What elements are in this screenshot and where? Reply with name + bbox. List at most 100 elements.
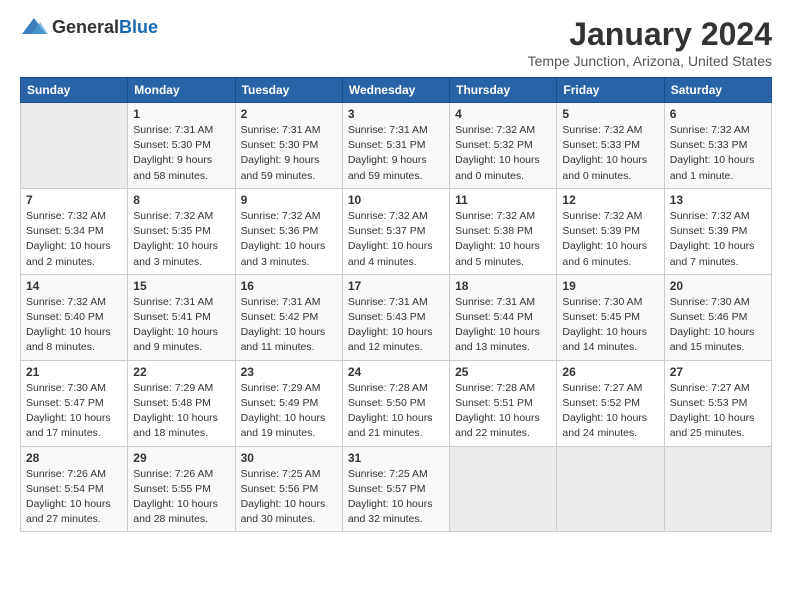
logo-text-blue: Blue xyxy=(119,17,158,37)
day-cell: 21 Sunrise: 7:30 AM Sunset: 5:47 PM Dayli… xyxy=(21,360,128,446)
day-number: 27 xyxy=(670,365,766,379)
day-cell: 30Sunrise: 7:25 AM Sunset: 5:56 PM Dayli… xyxy=(235,446,342,532)
day-number: 17 xyxy=(348,279,444,293)
day-number: 23 xyxy=(241,365,337,379)
day-number: 7 xyxy=(26,193,122,207)
day-cell: 24 Sunrise: 7:28 AM Sunset: 5:50 PM Dayli… xyxy=(342,360,449,446)
day-cell: 23 Sunrise: 7:29 AM Sunset: 5:49 PM Dayli… xyxy=(235,360,342,446)
day-cell: 10Sunrise: 7:32 AM Sunset: 5:37 PM Dayli… xyxy=(342,188,449,274)
day-info: Sunrise: 7:30 AM Sunset: 5:45 PM Dayligh… xyxy=(562,295,658,356)
day-info: Sunrise: 7:30 AM Sunset: 5:47 PM Dayligh… xyxy=(26,381,122,442)
day-cell xyxy=(664,446,771,532)
day-number: 8 xyxy=(133,193,229,207)
day-info: Sunrise: 7:32 AM Sunset: 5:35 PM Dayligh… xyxy=(133,209,229,270)
day-info: Sunrise: 7:29 AM Sunset: 5:49 PM Dayligh… xyxy=(241,381,337,442)
day-info: Sunrise: 7:26 AM Sunset: 5:55 PM Dayligh… xyxy=(133,467,229,528)
day-cell: 6 Sunrise: 7:32 AM Sunset: 5:33 PM Daylig… xyxy=(664,103,771,189)
day-cell xyxy=(21,103,128,189)
day-cell: 9Sunrise: 7:32 AM Sunset: 5:36 PM Daylig… xyxy=(235,188,342,274)
day-cell: 27Sunrise: 7:27 AM Sunset: 5:53 PM Dayli… xyxy=(664,360,771,446)
logo-icon xyxy=(20,16,48,38)
day-header-wednesday: Wednesday xyxy=(342,78,449,103)
day-cell: 18 Sunrise: 7:31 AM Sunset: 5:44 PM Dayli… xyxy=(450,274,557,360)
day-info: Sunrise: 7:31 AM Sunset: 5:42 PM Dayligh… xyxy=(241,295,337,356)
day-info: Sunrise: 7:31 AM Sunset: 5:41 PM Dayligh… xyxy=(133,295,229,356)
week-row-4: 21 Sunrise: 7:30 AM Sunset: 5:47 PM Dayli… xyxy=(21,360,772,446)
week-row-5: 28 Sunrise: 7:26 AM Sunset: 5:54 PM Dayli… xyxy=(21,446,772,532)
day-cell: 13 Sunrise: 7:32 AM Sunset: 5:39 PM Dayli… xyxy=(664,188,771,274)
day-cell: 22Sunrise: 7:29 AM Sunset: 5:48 PM Dayli… xyxy=(128,360,235,446)
day-number: 4 xyxy=(455,107,551,121)
day-number: 20 xyxy=(670,279,766,293)
day-cell: 25Sunrise: 7:28 AM Sunset: 5:51 PM Dayli… xyxy=(450,360,557,446)
day-cell: 19Sunrise: 7:30 AM Sunset: 5:45 PM Dayli… xyxy=(557,274,664,360)
day-info: Sunrise: 7:28 AM Sunset: 5:50 PM Dayligh… xyxy=(348,381,444,442)
day-number: 1 xyxy=(133,107,229,121)
day-cell: 1 Sunrise: 7:31 AM Sunset: 5:30 PM Daylig… xyxy=(128,103,235,189)
calendar-subtitle: Tempe Junction, Arizona, United States xyxy=(528,53,772,69)
calendar-title: January 2024 xyxy=(528,16,772,53)
day-header-thursday: Thursday xyxy=(450,78,557,103)
day-info: Sunrise: 7:31 AM Sunset: 5:43 PM Dayligh… xyxy=(348,295,444,356)
day-number: 24 xyxy=(348,365,444,379)
day-cell: 28 Sunrise: 7:26 AM Sunset: 5:54 PM Dayli… xyxy=(21,446,128,532)
day-number: 30 xyxy=(241,451,337,465)
day-number: 18 xyxy=(455,279,551,293)
week-row-3: 14 Sunrise: 7:32 AM Sunset: 5:40 PM Dayli… xyxy=(21,274,772,360)
day-info: Sunrise: 7:28 AM Sunset: 5:51 PM Dayligh… xyxy=(455,381,551,442)
day-number: 5 xyxy=(562,107,658,121)
day-info: Sunrise: 7:26 AM Sunset: 5:54 PM Dayligh… xyxy=(26,467,122,528)
day-cell: 17 Sunrise: 7:31 AM Sunset: 5:43 PM Dayli… xyxy=(342,274,449,360)
day-info: Sunrise: 7:27 AM Sunset: 5:52 PM Dayligh… xyxy=(562,381,658,442)
day-info: Sunrise: 7:32 AM Sunset: 5:34 PM Dayligh… xyxy=(26,209,122,270)
day-cell: 16 Sunrise: 7:31 AM Sunset: 5:42 PM Dayli… xyxy=(235,274,342,360)
day-number: 31 xyxy=(348,451,444,465)
day-info: Sunrise: 7:32 AM Sunset: 5:33 PM Dayligh… xyxy=(562,123,658,184)
day-header-friday: Friday xyxy=(557,78,664,103)
day-cell: 31 Sunrise: 7:25 AM Sunset: 5:57 PM Dayli… xyxy=(342,446,449,532)
day-info: Sunrise: 7:32 AM Sunset: 5:37 PM Dayligh… xyxy=(348,209,444,270)
day-number: 3 xyxy=(348,107,444,121)
calendar-table: SundayMondayTuesdayWednesdayThursdayFrid… xyxy=(20,77,772,532)
day-info: Sunrise: 7:30 AM Sunset: 5:46 PM Dayligh… xyxy=(670,295,766,356)
day-number: 11 xyxy=(455,193,551,207)
day-number: 14 xyxy=(26,279,122,293)
header: GeneralBlue January 2024 Tempe Junction,… xyxy=(20,16,772,69)
day-info: Sunrise: 7:31 AM Sunset: 5:44 PM Dayligh… xyxy=(455,295,551,356)
day-info: Sunrise: 7:32 AM Sunset: 5:39 PM Dayligh… xyxy=(670,209,766,270)
day-cell: 7 Sunrise: 7:32 AM Sunset: 5:34 PM Daylig… xyxy=(21,188,128,274)
day-number: 12 xyxy=(562,193,658,207)
day-cell xyxy=(450,446,557,532)
day-number: 21 xyxy=(26,365,122,379)
week-row-1: 1 Sunrise: 7:31 AM Sunset: 5:30 PM Daylig… xyxy=(21,103,772,189)
day-cell: 5 Sunrise: 7:32 AM Sunset: 5:33 PM Daylig… xyxy=(557,103,664,189)
day-info: Sunrise: 7:31 AM Sunset: 5:30 PM Dayligh… xyxy=(241,123,337,184)
day-info: Sunrise: 7:32 AM Sunset: 5:39 PM Dayligh… xyxy=(562,209,658,270)
day-number: 13 xyxy=(670,193,766,207)
day-cell: 11 Sunrise: 7:32 AM Sunset: 5:38 PM Dayli… xyxy=(450,188,557,274)
day-cell: 4Sunrise: 7:32 AM Sunset: 5:32 PM Daylig… xyxy=(450,103,557,189)
day-number: 15 xyxy=(133,279,229,293)
day-info: Sunrise: 7:32 AM Sunset: 5:33 PM Dayligh… xyxy=(670,123,766,184)
day-info: Sunrise: 7:29 AM Sunset: 5:48 PM Dayligh… xyxy=(133,381,229,442)
logo-text-general: General xyxy=(52,17,119,37)
day-info: Sunrise: 7:32 AM Sunset: 5:38 PM Dayligh… xyxy=(455,209,551,270)
day-number: 28 xyxy=(26,451,122,465)
day-number: 6 xyxy=(670,107,766,121)
logo: GeneralBlue xyxy=(20,16,158,38)
day-cell: 14 Sunrise: 7:32 AM Sunset: 5:40 PM Dayli… xyxy=(21,274,128,360)
day-cell: 15 Sunrise: 7:31 AM Sunset: 5:41 PM Dayli… xyxy=(128,274,235,360)
day-cell: 3Sunrise: 7:31 AM Sunset: 5:31 PM Daylig… xyxy=(342,103,449,189)
day-info: Sunrise: 7:32 AM Sunset: 5:40 PM Dayligh… xyxy=(26,295,122,356)
day-header-monday: Monday xyxy=(128,78,235,103)
day-header-tuesday: Tuesday xyxy=(235,78,342,103)
day-cell: 20 Sunrise: 7:30 AM Sunset: 5:46 PM Dayli… xyxy=(664,274,771,360)
day-info: Sunrise: 7:25 AM Sunset: 5:57 PM Dayligh… xyxy=(348,467,444,528)
day-number: 16 xyxy=(241,279,337,293)
day-cell: 8 Sunrise: 7:32 AM Sunset: 5:35 PM Daylig… xyxy=(128,188,235,274)
day-info: Sunrise: 7:32 AM Sunset: 5:36 PM Dayligh… xyxy=(241,209,337,270)
day-info: Sunrise: 7:31 AM Sunset: 5:30 PM Dayligh… xyxy=(133,123,229,184)
week-row-2: 7 Sunrise: 7:32 AM Sunset: 5:34 PM Daylig… xyxy=(21,188,772,274)
day-cell xyxy=(557,446,664,532)
title-area: January 2024 Tempe Junction, Arizona, Un… xyxy=(528,16,772,69)
